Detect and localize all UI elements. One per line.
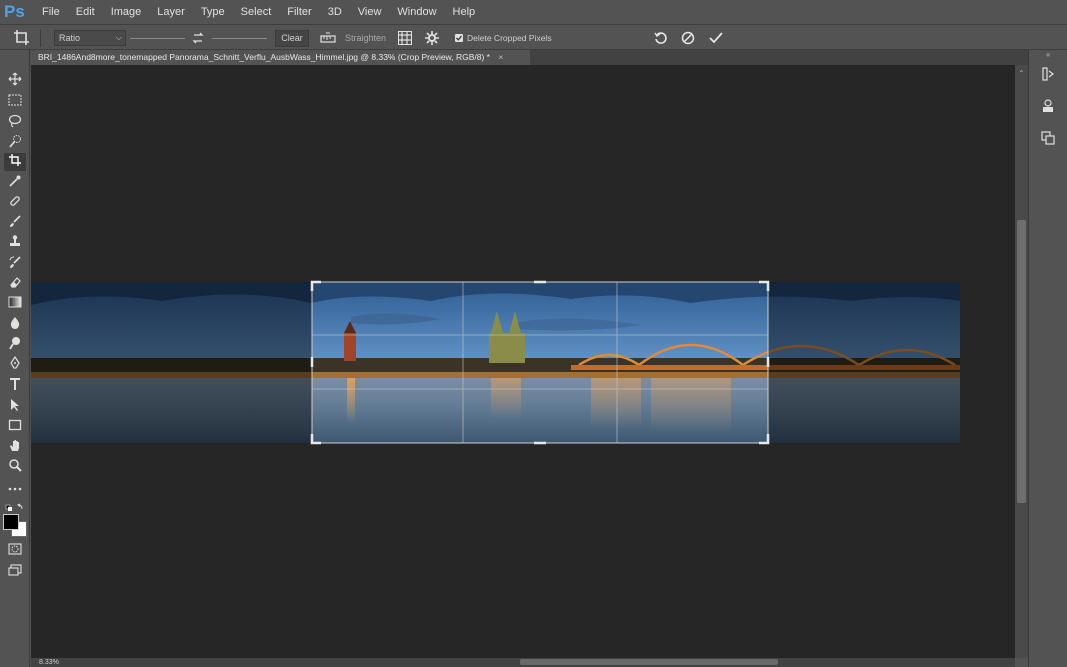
options-divider	[40, 29, 41, 47]
move-tool-icon[interactable]	[4, 72, 26, 90]
document-tab[interactable]: BRI_1486And8more_tonemapped Panorama_Sch…	[30, 50, 530, 65]
path-selection-tool-icon[interactable]	[4, 398, 26, 416]
menu-bar: Ps File Edit Image Layer Type Select Fil…	[0, 0, 1067, 24]
menu-file[interactable]: File	[34, 0, 68, 24]
panorama-image	[31, 280, 960, 445]
hand-tool-icon[interactable]	[4, 438, 26, 456]
swap-icon[interactable]	[191, 25, 205, 51]
delete-cropped-checkbox[interactable]	[455, 25, 463, 51]
screen-mode-icon[interactable]	[4, 563, 26, 581]
menu-3d[interactable]: 3D	[320, 0, 350, 24]
crop-tool-icon[interactable]	[4, 153, 26, 171]
scroll-up-icon[interactable]: ⌃	[1018, 69, 1025, 78]
history-brush-tool-icon[interactable]	[4, 255, 26, 273]
quick-selection-tool-icon[interactable]	[4, 134, 26, 152]
close-icon[interactable]: ×	[498, 52, 503, 62]
blur-tool-icon[interactable]	[4, 316, 26, 334]
menu-image[interactable]: Image	[103, 0, 150, 24]
right-panel-dock: «	[1028, 50, 1067, 667]
menu-window[interactable]: Window	[389, 0, 444, 24]
collapse-panel-icon[interactable]: «	[1046, 50, 1050, 59]
dodge-tool-icon[interactable]	[4, 336, 26, 354]
document-canvas[interactable]	[31, 65, 1015, 658]
cancel-icon[interactable]	[681, 25, 695, 51]
eyedropper-tool-icon[interactable]	[4, 174, 26, 192]
pen-tool-icon[interactable]	[4, 355, 26, 374]
layers-panel-icon[interactable]	[1035, 130, 1061, 152]
lasso-tool-icon[interactable]	[4, 114, 26, 132]
rectangle-tool-icon[interactable]	[4, 418, 26, 436]
healing-brush-tool-icon[interactable]	[4, 194, 26, 212]
menu-type[interactable]: Type	[193, 0, 233, 24]
vertical-scroll-thumb[interactable]	[1017, 220, 1026, 503]
options-bar: Ratio ⌵ Clear Straighten Delete Cropped …	[0, 24, 1067, 50]
menu-edit[interactable]: Edit	[68, 0, 103, 24]
commit-check-icon[interactable]	[708, 25, 724, 51]
gear-icon[interactable]	[425, 25, 439, 51]
ratio-value: Ratio	[59, 33, 81, 43]
zoom-level[interactable]: 8.33%	[39, 659, 59, 666]
more-tools-icon[interactable]	[4, 479, 26, 497]
horizontal-scroll-thumb[interactable]	[520, 659, 778, 665]
chevron-down-icon: ⌵	[115, 33, 122, 42]
history-panel-icon[interactable]	[1035, 66, 1061, 88]
width-field[interactable]	[130, 37, 185, 39]
zoom-tool-icon[interactable]	[4, 458, 26, 476]
straighten-label[interactable]: Straighten	[345, 25, 386, 51]
properties-panel-icon[interactable]	[1035, 98, 1061, 120]
document-tab-bar: BRI_1486And8more_tonemapped Panorama_Sch…	[30, 50, 1028, 65]
eraser-tool-icon[interactable]	[4, 275, 26, 293]
photoshop-logo: Ps	[4, 2, 25, 21]
menu-view[interactable]: View	[350, 0, 390, 24]
ratio-dropdown[interactable]: Ratio ⌵	[54, 30, 126, 46]
tools-panel	[0, 50, 30, 667]
gradient-tool-icon[interactable]	[4, 295, 26, 313]
document-tab-title: BRI_1486And8more_tonemapped Panorama_Sch…	[38, 52, 490, 62]
clone-stamp-tool-icon[interactable]	[4, 234, 26, 252]
height-field[interactable]	[212, 37, 267, 39]
straighten-icon[interactable]	[320, 25, 336, 51]
delete-cropped-label[interactable]: Delete Cropped Pixels	[467, 25, 552, 51]
crop-tool-preset-icon[interactable]	[12, 25, 32, 51]
clear-button[interactable]: Clear	[275, 29, 309, 47]
menu-filter[interactable]: Filter	[279, 0, 319, 24]
grid-overlay-icon[interactable]	[397, 25, 413, 51]
marquee-tool-icon[interactable]	[4, 93, 26, 111]
menu-select[interactable]: Select	[233, 0, 280, 24]
quick-mask-icon[interactable]	[4, 542, 26, 560]
menu-layer[interactable]: Layer	[149, 0, 193, 24]
brush-tool-icon[interactable]	[4, 214, 26, 232]
type-tool-icon[interactable]	[4, 377, 26, 395]
vertical-scrollbar[interactable]: ⌃	[1015, 65, 1028, 658]
foreground-color-swatch[interactable]	[3, 514, 19, 530]
reset-icon[interactable]	[654, 25, 668, 51]
menu-help[interactable]: Help	[445, 0, 484, 24]
